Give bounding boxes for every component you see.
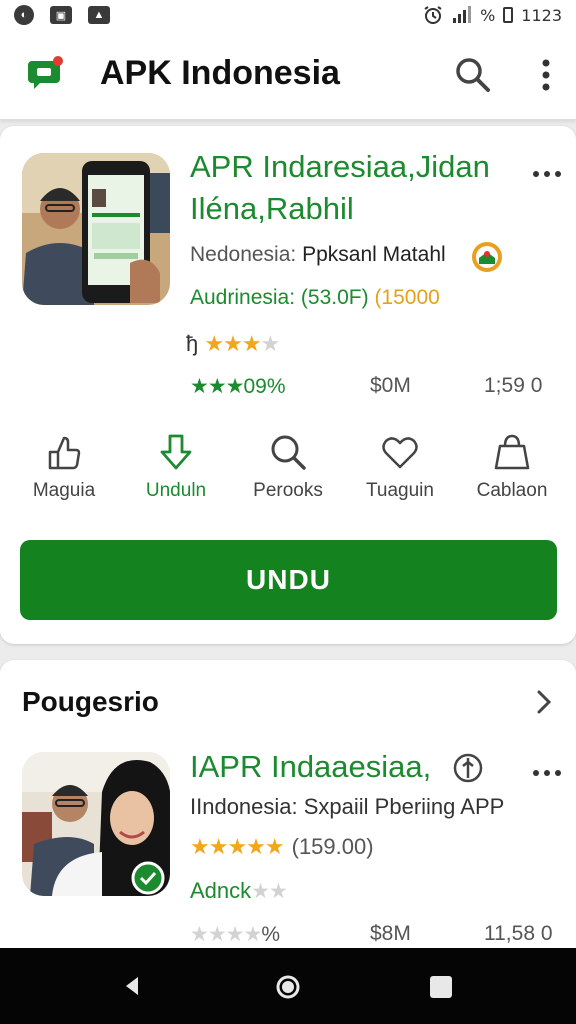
action-thumbs-up[interactable]: Maguia: [8, 432, 120, 512]
rating-line: ★★★★★ (159.00): [190, 834, 374, 860]
app-thumbnail[interactable]: [22, 752, 170, 896]
publisher-badge-icon: [472, 242, 502, 272]
sim-icon: ▣: [50, 6, 72, 24]
search-icon[interactable]: [452, 54, 492, 94]
overflow-menu-button[interactable]: [530, 763, 564, 783]
app-title[interactable]: APR Indaresiaa,Jidan Iléna,Rabhil: [190, 146, 530, 230]
app-title: APK Indonesia: [100, 54, 340, 92]
action-label: Perooks: [253, 480, 323, 501]
score-line: ★★★09%: [190, 374, 286, 399]
download-count: 11,58 0: [484, 922, 553, 945]
search-icon: [271, 435, 306, 470]
app-logo-icon[interactable]: [28, 55, 64, 91]
battery-text: %: [480, 5, 496, 25]
thumbs-up-icon: [48, 436, 81, 470]
featured-app-card[interactable]: APR Indaresiaa,Jidan Iléna,Rabhil Nedone…: [0, 126, 576, 644]
system-nav-bar: [0, 948, 576, 1024]
action-download[interactable]: Unduln: [120, 432, 232, 512]
rating-count: (159.00): [291, 834, 374, 859]
score-stars: ★★★: [190, 374, 244, 398]
rating-prefix: ђ: [186, 331, 199, 356]
score-text: 09%: [243, 375, 286, 398]
audience-line: Audrinesia: (53.0F) (15000: [190, 286, 440, 310]
rating-stars: ★★★★★: [190, 835, 285, 860]
developer-name[interactable]: Ppksanl Matahl: [302, 243, 446, 266]
status-bar: ◐ ▣ ▲ % 1123: [0, 0, 576, 30]
size-stars: ★★★★: [190, 922, 262, 946]
section-title: Pougesrio: [22, 686, 159, 717]
heart-icon: [382, 437, 418, 469]
audience-label: Audrinesia: (53.0F): [190, 286, 369, 309]
developer-line: Nedonesia: Ppksanl Matahl: [190, 243, 446, 267]
rating-line: ђ ★★★★: [186, 331, 280, 357]
action-label: Tuaguin: [366, 480, 434, 501]
app-title[interactable]: IAPR Indaaesiaa,: [190, 746, 431, 788]
secondary-stars: ★★: [251, 879, 288, 903]
developer-prefix: Nedonesia:: [190, 243, 297, 266]
developer-line: IIndonesia: Sxpaiil Pberiing APP: [190, 794, 505, 819]
download-count: 1;59 0: [484, 374, 543, 397]
size-line: ★★★★%: [190, 922, 280, 947]
suggestions-card: Pougesrio IAPR Indaaesiaa, IIndonesia: S…: [0, 660, 576, 960]
app-thumbnail[interactable]: [22, 153, 170, 305]
overflow-menu-button[interactable]: [530, 164, 564, 184]
action-row: Maguia Unduln Perooks Tuaguin Cablaon: [0, 432, 576, 512]
action-label: Maguia: [32, 480, 96, 501]
notification-icon: ◐: [14, 5, 34, 25]
audience-count: (15000: [374, 286, 440, 309]
more-vert-icon[interactable]: [532, 56, 560, 96]
secondary-label: Adnck: [190, 878, 252, 903]
download-button[interactable]: UNDU: [20, 540, 557, 620]
action-label: Unduln: [145, 480, 207, 501]
recent-apps-icon[interactable]: [430, 976, 452, 998]
app-bar: APK Indonesia: [0, 30, 576, 120]
verified-icon: [453, 753, 483, 783]
action-label: Cablaon: [476, 480, 548, 501]
back-icon[interactable]: [120, 974, 144, 998]
app-size: $0M: [370, 374, 411, 397]
signal-icon: [453, 6, 472, 23]
rating-stars: ★★★★: [204, 332, 280, 357]
chevron-right-icon[interactable]: [534, 688, 554, 716]
battery-icon: [503, 7, 514, 23]
clock: 1123: [521, 5, 562, 25]
download-icon: [160, 434, 192, 470]
size-prefix: %: [261, 923, 280, 946]
app-size: $8M: [370, 922, 411, 945]
alarm-icon: [424, 6, 442, 24]
shopping-bag-icon: [494, 434, 530, 470]
home-icon[interactable]: [275, 974, 301, 1000]
action-favorite[interactable]: Tuaguin: [344, 432, 456, 512]
secondary-rating-line: Adnck★★: [190, 878, 288, 904]
action-shop[interactable]: Cablaon: [456, 432, 568, 512]
image-icon: ▲: [88, 6, 110, 24]
action-search[interactable]: Perooks: [232, 432, 344, 512]
